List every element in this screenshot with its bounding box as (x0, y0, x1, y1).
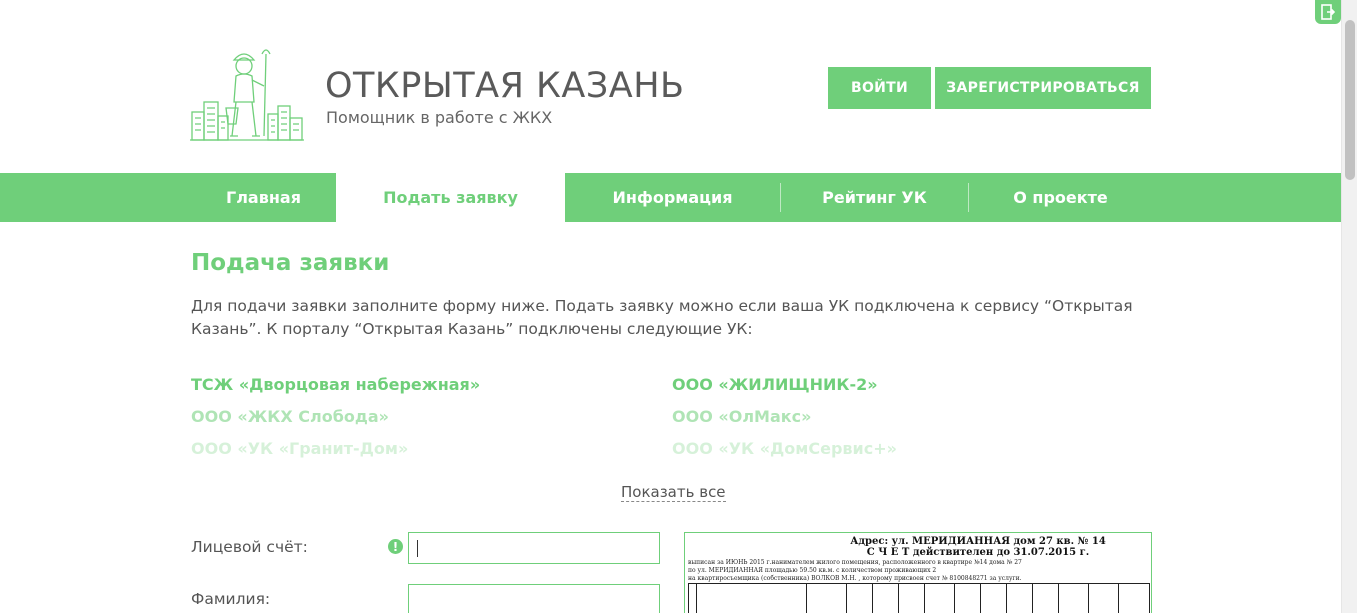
bill-col (1007, 584, 1033, 613)
nav-item-about[interactable]: О проекте (969, 173, 1152, 222)
exclamation-icon: ! (388, 539, 403, 554)
bill-line: на квартиросъемщика (собственника) ВОЛКО… (688, 575, 1022, 582)
bill-col (807, 584, 847, 613)
nav-item-home[interactable]: Главная (191, 173, 336, 222)
uk-link[interactable]: ООО «УК «Гранит-Дом» (191, 439, 408, 458)
account-input[interactable] (408, 532, 660, 564)
surname-input[interactable] (408, 584, 660, 613)
main-nav: Главная Подать заявку Информация Рейтинг… (0, 173, 1341, 222)
text-caret (417, 540, 418, 557)
nav-item-information[interactable]: Информация (565, 173, 780, 222)
scrollbar-thumb[interactable] (1345, 20, 1355, 180)
bill-address: Адрес: ул. МЕРИДИАННАЯ дом 27 кв. № 14 (850, 536, 1106, 547)
surname-label: Фамилия: (191, 590, 271, 608)
uk-link[interactable]: ТСЖ «Дворцовая набережная» (191, 375, 480, 394)
bill-table (688, 583, 1150, 613)
bill-col (1089, 584, 1119, 613)
bill-sample-image: Адрес: ул. МЕРИДИАННАЯ дом 27 кв. № 14 С… (684, 532, 1152, 613)
nav-item-submit-request[interactable]: Подать заявку (336, 173, 565, 222)
site-title[interactable]: ОТКРЫТАЯ КАЗАНЬ (325, 66, 685, 106)
bill-line: выписан за ИЮНЬ 2015 г.нанимателем жилог… (688, 559, 1022, 566)
page-title: Подача заявки (191, 250, 390, 276)
bill-col (847, 584, 873, 613)
register-button[interactable]: ЗАРЕГИСТРИРОВАТЬСЯ (935, 67, 1151, 109)
uk-link[interactable]: ООО «УК «ДомСервис+» (672, 439, 897, 458)
page-scrollbar[interactable] (1341, 0, 1357, 613)
login-button[interactable]: ВОЙТИ (828, 67, 931, 109)
bill-col (697, 584, 807, 613)
intro-text: Для подачи заявки заполните форму ниже. … (191, 297, 1133, 338)
exit-door-icon[interactable] (1315, 0, 1341, 24)
bill-heading: С Ч Е Т действителен до 31.07.2015 г. (866, 547, 1090, 558)
show-all-link[interactable]: Показать все (621, 483, 726, 502)
site-subtitle: Помощник в работе с ЖКХ (326, 108, 553, 127)
bill-col (1033, 584, 1059, 613)
uk-link[interactable]: ООО «ЖКХ Слобода» (191, 407, 389, 426)
bill-col (899, 584, 925, 613)
bill-col (1059, 584, 1089, 613)
bill-col (689, 584, 697, 613)
bill-col (981, 584, 1007, 613)
bill-line: по ул. МЕРИДИАННАЯ площадью 59.50 кв.м. … (688, 567, 937, 574)
account-label: Лицевой счёт: (191, 538, 308, 556)
uk-link[interactable]: ООО «ОлМакс» (672, 407, 811, 426)
exit-door-icon-glyph (1321, 4, 1335, 20)
bill-col (873, 584, 899, 613)
uk-link[interactable]: ООО «ЖИЛИЩНИК-2» (672, 375, 878, 394)
bill-col (925, 584, 955, 613)
bill-col (955, 584, 981, 613)
nav-item-rating[interactable]: Рейтинг УК (781, 173, 968, 222)
bill-col (1119, 584, 1150, 613)
worker-city-logo[interactable] (190, 46, 304, 142)
